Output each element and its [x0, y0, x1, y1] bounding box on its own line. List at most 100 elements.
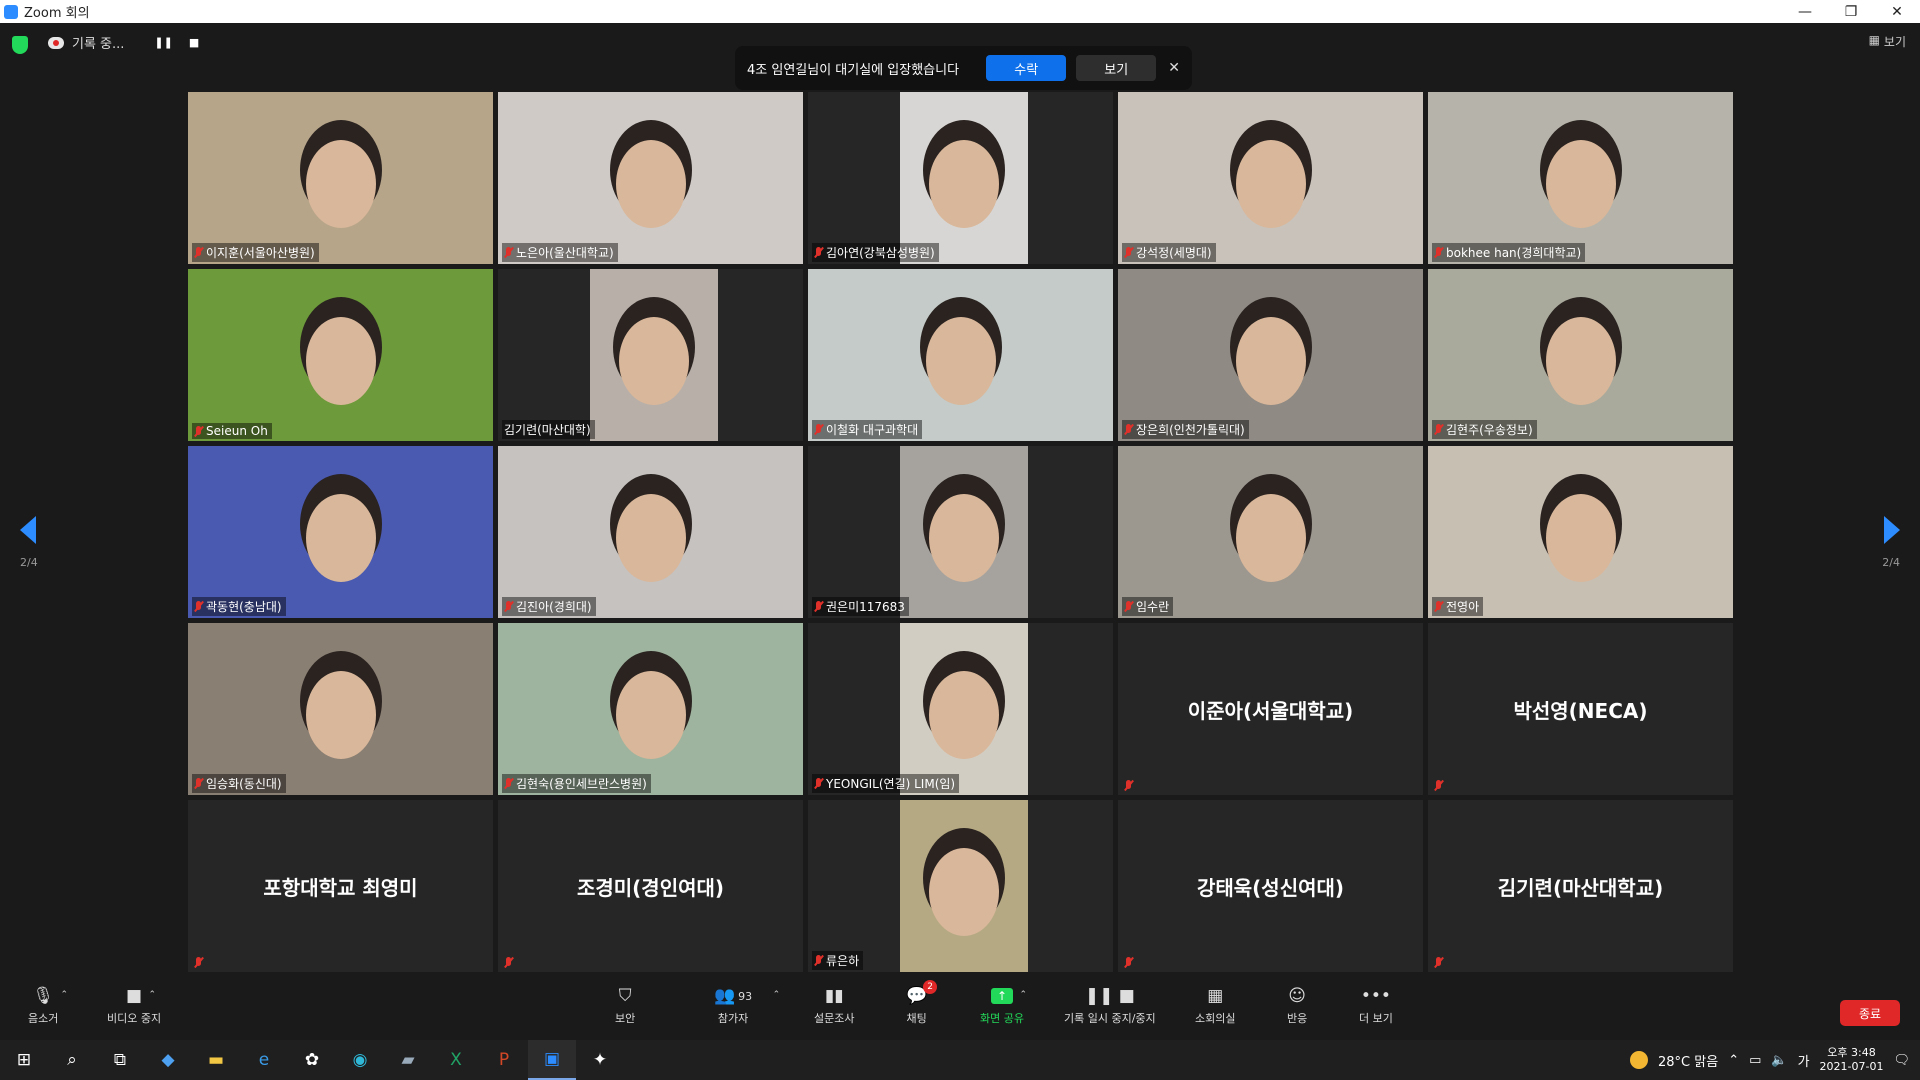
- participant-face: [928, 848, 999, 937]
- participant-name-label: YEONGIL(연길) LIM(임): [812, 774, 960, 793]
- stop-recording-button[interactable]: ■: [189, 36, 199, 49]
- participant-name: 김기련(마산대학): [504, 423, 591, 437]
- view-button[interactable]: ▦ 보기: [1869, 33, 1906, 50]
- participant-name-label: 곽동현(충남대): [192, 597, 286, 616]
- restore-button[interactable]: ❐: [1828, 4, 1874, 20]
- participant-tile[interactable]: 포항대학교 최영미: [188, 800, 493, 972]
- participant-tile[interactable]: 김현숙(용인세브란스병원): [498, 623, 803, 795]
- app-icon[interactable]: ✿: [288, 1040, 336, 1080]
- participant-name-label: 김기련(마산대학): [502, 420, 595, 439]
- chevron-up-icon[interactable]: ⌃: [1728, 1053, 1739, 1068]
- participant-tile[interactable]: 노은아(울산대학교): [498, 92, 803, 264]
- participant-face: [305, 494, 376, 583]
- participant-tile[interactable]: 이준아(서울대학교): [1118, 623, 1423, 795]
- participant-video: [589, 269, 718, 441]
- ime-indicator[interactable]: 가: [1798, 1051, 1810, 1070]
- pause-stop-recording-button[interactable]: ❚❚ ■ 기록 일시 중지/중지: [1064, 986, 1156, 1026]
- participant-video: [899, 446, 1028, 618]
- participant-tile[interactable]: 조경미(경인여대): [498, 800, 803, 972]
- stop-video-button[interactable]: ■ ⌃ 비디오 중지: [107, 986, 161, 1026]
- participant-tile[interactable]: 곽동현(충남대): [188, 446, 493, 618]
- participant-tile[interactable]: 김기련(마산대학): [498, 269, 803, 441]
- meeting-toolbar: 🎙 ⌃ 음소거 ■ ⌃ 비디오 중지 ⛉ 보안 👥 93 ⌃ 참가자 ▮▮ 설문조사 💬…: [0, 978, 1920, 1040]
- participant-face: [928, 140, 999, 229]
- chat-badge: 2: [923, 980, 938, 994]
- chat-button[interactable]: 💬 2 채팅: [906, 980, 938, 1026]
- participant-tile[interactable]: 임승화(동신대): [188, 623, 493, 795]
- powerpoint-icon[interactable]: P: [480, 1040, 528, 1080]
- participant-tile[interactable]: 김현주(우송정보): [1428, 269, 1733, 441]
- participant-tile[interactable]: 류은하: [808, 800, 1113, 972]
- participant-tile[interactable]: 이철화 대구과학대: [808, 269, 1113, 441]
- task-view-icon[interactable]: ⧉: [96, 1040, 144, 1080]
- zoom-taskbar-icon[interactable]: ▣: [528, 1040, 576, 1080]
- participant-name: 노은아(울산대학교): [516, 246, 614, 260]
- share-screen-button[interactable]: ↑ ⌃ 화면 공유: [980, 986, 1027, 1026]
- breakout-rooms-button[interactable]: ▦ 소회의실: [1195, 986, 1235, 1026]
- participant-tile[interactable]: 장은희(인천가톨릭대): [1118, 269, 1423, 441]
- volume-icon[interactable]: 🔈: [1771, 1053, 1787, 1068]
- participant-tile[interactable]: 전영아: [1428, 446, 1733, 618]
- muted-microphone-icon: [504, 601, 513, 612]
- close-icon[interactable]: ✕: [1168, 60, 1180, 76]
- notification-center-icon[interactable]: 🗨: [1893, 1053, 1910, 1068]
- participants-button[interactable]: 👥 93 ⌃ 참가자: [714, 986, 780, 1026]
- participant-tile[interactable]: 김아연(강북삼성병원): [808, 92, 1113, 264]
- participant-tile[interactable]: 강석정(세명대): [1118, 92, 1423, 264]
- muted-microphone-icon: [194, 957, 203, 968]
- participant-tile[interactable]: bokhee han(경희대학교): [1428, 92, 1733, 264]
- internet-explorer-icon[interactable]: e: [240, 1040, 288, 1080]
- admit-button[interactable]: 수락: [986, 55, 1067, 81]
- next-page-icon[interactable]: [1884, 516, 1900, 544]
- chevron-up-icon[interactable]: ⌃: [773, 990, 781, 1000]
- participant-tile[interactable]: 권은미117683: [808, 446, 1113, 618]
- zoom-app-icon: [4, 4, 18, 19]
- participant-tile[interactable]: Seieun Oh: [188, 269, 493, 441]
- more-button[interactable]: ••• 더 보기: [1359, 986, 1393, 1026]
- close-window-button[interactable]: ✕: [1874, 4, 1920, 20]
- participant-name-label: 전영아: [1432, 597, 1484, 616]
- participant-tile[interactable]: 김기련(마산대학교): [1428, 800, 1733, 972]
- excel-icon[interactable]: X: [432, 1040, 480, 1080]
- app-icon[interactable]: ▰: [384, 1040, 432, 1080]
- clock-date: 2021-07-01: [1819, 1060, 1884, 1073]
- security-button[interactable]: ⛉ 보안: [615, 986, 635, 1026]
- mute-button[interactable]: 🎙 ⌃ 음소거: [28, 986, 68, 1026]
- weather-text[interactable]: 28°C 맑음: [1658, 1051, 1718, 1070]
- participant-tile[interactable]: 이지훈(서울아산병원): [188, 92, 493, 264]
- participant-name: 임승화(동신대): [206, 777, 282, 791]
- end-meeting-button[interactable]: 종료: [1840, 1000, 1900, 1026]
- minimize-button[interactable]: —: [1782, 4, 1828, 20]
- participant-video: [188, 446, 493, 618]
- participant-name-label: 노은아(울산대학교): [502, 243, 618, 262]
- participant-tile[interactable]: YEONGIL(연길) LIM(임): [808, 623, 1113, 795]
- edge-browser-icon[interactable]: ◉: [336, 1040, 384, 1080]
- network-icon[interactable]: ▭: [1749, 1053, 1761, 1068]
- windows-start-icon[interactable]: ⊞: [0, 1040, 48, 1080]
- share-screen-icon: ↑ ⌃: [990, 986, 1027, 1006]
- chevron-up-icon[interactable]: ⌃: [149, 990, 157, 1000]
- search-icon[interactable]: ⌕: [48, 1040, 96, 1080]
- muted-microphone-icon: [1124, 247, 1133, 258]
- shield-icon[interactable]: [12, 36, 28, 54]
- participant-tile[interactable]: 강태욱(성신여대): [1118, 800, 1423, 972]
- participant-tile[interactable]: 박선영(NECA): [1428, 623, 1733, 795]
- participant-video: [1118, 269, 1423, 441]
- previous-page-icon[interactable]: [20, 516, 36, 544]
- app-icon[interactable]: ◆: [144, 1040, 192, 1080]
- chevron-up-icon[interactable]: ⌃: [60, 990, 68, 1000]
- participant-video: [899, 800, 1028, 972]
- clock[interactable]: 오후 3:48 2021-07-01: [1820, 1046, 1884, 1074]
- see-waiting-room-button[interactable]: 보기: [1076, 55, 1157, 81]
- participant-face: [1235, 494, 1306, 583]
- file-explorer-icon[interactable]: ▬: [192, 1040, 240, 1080]
- polls-button[interactable]: ▮▮ 설문조사: [814, 986, 854, 1026]
- participant-face: [928, 494, 999, 583]
- reactions-button[interactable]: ☺ 반응: [1287, 986, 1307, 1026]
- app-icon[interactable]: ✦: [576, 1040, 624, 1080]
- chevron-up-icon[interactable]: ⌃: [1019, 990, 1027, 1000]
- participant-tile[interactable]: 임수란: [1118, 446, 1423, 618]
- participants-count: 93: [738, 989, 753, 1003]
- participant-tile[interactable]: 김진아(경희대): [498, 446, 803, 618]
- pause-recording-button[interactable]: ❚❚: [154, 36, 172, 49]
